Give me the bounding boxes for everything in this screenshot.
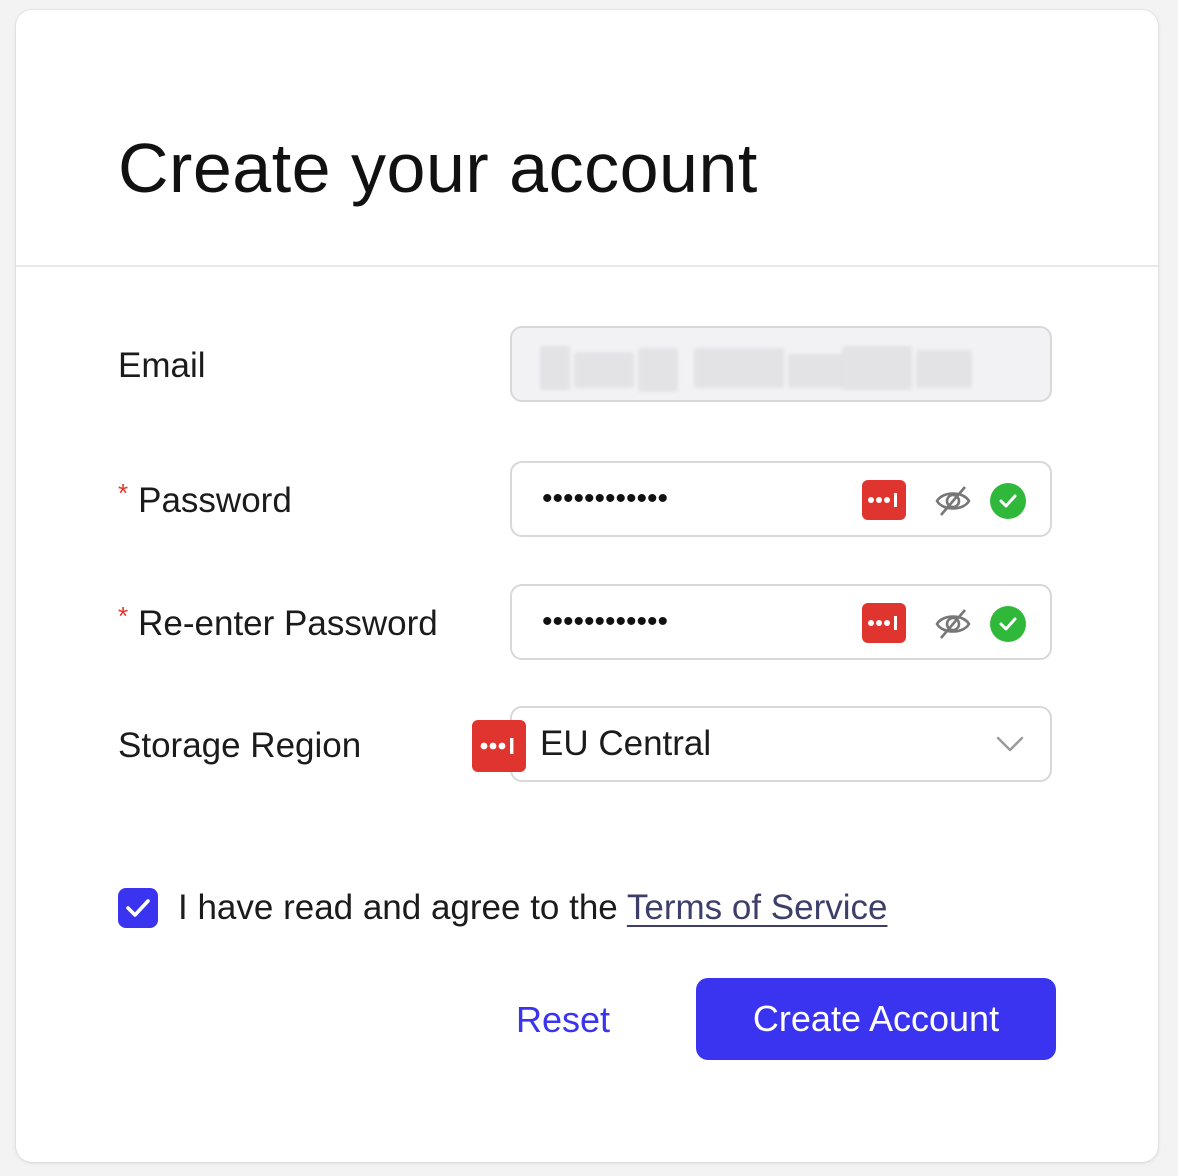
storage-region-select[interactable]: EU Central	[510, 706, 1052, 782]
page-title: Create your account	[118, 129, 758, 207]
email-obscured-text	[574, 352, 634, 388]
chevron-down-icon[interactable]	[996, 732, 1024, 756]
lastpass-icon[interactable]	[472, 720, 526, 772]
signup-card: Create your account Email * Password ••••…	[16, 10, 1158, 1162]
confirm-password-masked-value: ••••••••••••	[542, 605, 669, 638]
terms-of-service-link[interactable]: Terms of Service	[627, 888, 888, 927]
lastpass-icon[interactable]	[862, 480, 906, 520]
checkmark-icon	[126, 899, 150, 917]
terms-agreement-label: I have read and agree to the	[178, 888, 627, 927]
confirm-password-field[interactable]: ••••••••••••	[510, 584, 1052, 660]
terms-agreement-text: I have read and agree to the Terms of Se…	[178, 888, 888, 928]
password-field[interactable]: ••••••••••••	[510, 461, 1052, 537]
eye-off-icon[interactable]	[934, 605, 972, 643]
email-field[interactable]	[510, 326, 1052, 402]
create-account-button[interactable]: Create Account	[696, 978, 1056, 1060]
email-obscured-text	[638, 348, 678, 392]
email-obscured-text	[694, 348, 784, 388]
email-obscured-text	[916, 350, 972, 388]
lastpass-icon[interactable]	[862, 603, 906, 643]
password-label: * Password	[118, 478, 292, 523]
storage-region-label: Storage Region	[118, 726, 362, 765]
eye-off-icon[interactable]	[934, 482, 972, 520]
reset-button[interactable]: Reset	[516, 998, 610, 1042]
required-marker: *	[118, 478, 129, 508]
email-obscured-text	[788, 354, 848, 388]
confirm-password-label: * Re-enter Password	[118, 601, 438, 646]
required-marker: *	[118, 601, 129, 631]
email-label: Email	[118, 346, 206, 385]
password-label-text: Password	[138, 481, 292, 520]
check-circle-icon	[990, 606, 1026, 642]
confirm-password-label-text: Re-enter Password	[138, 604, 438, 643]
password-masked-value: ••••••••••••	[542, 482, 669, 515]
card-header: Create your account	[16, 10, 1158, 267]
email-obscured-text	[540, 346, 570, 390]
email-obscured-text	[842, 346, 912, 390]
check-circle-icon	[990, 483, 1026, 519]
terms-checkbox[interactable]	[118, 888, 158, 928]
storage-region-value: EU Central	[540, 724, 712, 763]
